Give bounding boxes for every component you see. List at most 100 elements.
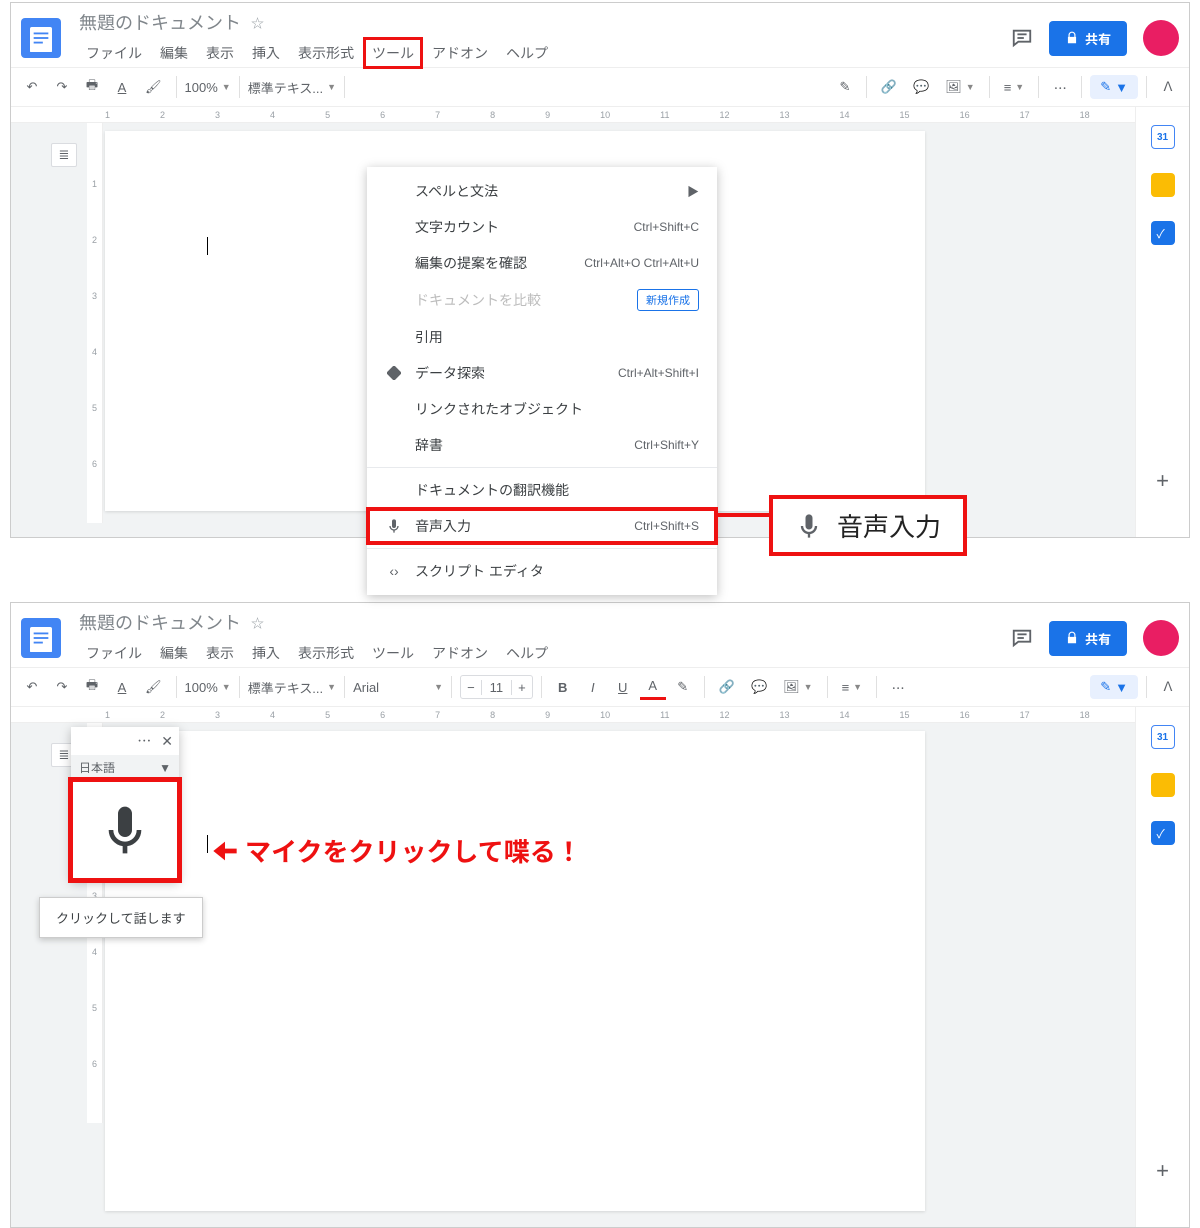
menu-tools[interactable]: ツール <box>365 639 421 667</box>
docs-logo[interactable] <box>21 618 61 658</box>
align-button[interactable]: ≡▼ <box>998 74 1031 100</box>
spellcheck-button[interactable]: A <box>109 74 135 100</box>
italic-button[interactable]: I <box>580 674 606 700</box>
redo-button[interactable]: ↷ <box>49 674 75 700</box>
tools-item[interactable]: ドキュメントの翻訳機能 <box>367 472 717 508</box>
menu-addons[interactable]: アドオン <box>425 39 495 67</box>
text-color-button[interactable]: A <box>640 674 666 700</box>
comments-icon[interactable] <box>1011 627 1033 649</box>
menu-file[interactable]: ファイル <box>79 39 149 67</box>
add-panel-button[interactable]: + <box>1151 1159 1175 1183</box>
image-button[interactable]: 🖼▼ <box>777 674 818 700</box>
fontsize-plus[interactable]: + <box>511 680 532 695</box>
annotation-connector <box>717 513 769 517</box>
voice-lang-dropdown[interactable]: 日本語 ▼ <box>71 755 179 780</box>
voice-close-icon[interactable]: ✕ <box>161 733 173 750</box>
image-button[interactable]: 🖼▼ <box>939 74 980 100</box>
style-dropdown[interactable]: 標準テキス...▼ <box>248 78 336 97</box>
more-button[interactable]: ⋯ <box>885 674 911 700</box>
menu-format[interactable]: 表示形式 <box>291 639 361 667</box>
paint-format-button[interactable]: 🖌 <box>139 674 168 700</box>
calendar-icon[interactable]: 31 <box>1151 125 1175 149</box>
keep-icon[interactable] <box>1151 173 1175 197</box>
zoom-dropdown[interactable]: 100%▼ <box>185 680 231 695</box>
add-panel-button[interactable]: + <box>1151 469 1175 493</box>
doc-title[interactable]: 無題のドキュメント <box>79 9 241 35</box>
voice-lang-label: 日本語 <box>79 759 115 776</box>
align-button[interactable]: ≡▼ <box>836 674 869 700</box>
share-button[interactable]: 共有 <box>1049 621 1127 656</box>
link-button[interactable]: 🔗 <box>875 74 903 100</box>
mode-edit[interactable]: ✎▼ <box>1090 675 1138 699</box>
style-value: 標準テキス... <box>248 78 323 97</box>
collapse-button[interactable]: ᐱ <box>1155 674 1181 700</box>
collapse-button[interactable]: ᐱ <box>1155 74 1181 100</box>
menu-help[interactable]: ヘルプ <box>499 39 555 67</box>
menu-insert[interactable]: 挿入 <box>245 639 287 667</box>
ruler-vertical: 123456 <box>87 123 103 523</box>
tools-item[interactable]: 文字カウントCtrl+Shift+C <box>367 209 717 245</box>
redo-button[interactable]: ↷ <box>49 74 75 100</box>
print-button[interactable]: 🖶 <box>79 74 105 100</box>
menu-view[interactable]: 表示 <box>199 39 241 67</box>
mode-edit[interactable]: ✎▼ <box>1090 75 1138 99</box>
menu-addons[interactable]: アドオン <box>425 639 495 667</box>
zoom-dropdown[interactable]: 100%▼ <box>185 80 231 95</box>
outline-button[interactable]: ≣ <box>51 143 77 167</box>
avatar[interactable] <box>1143 620 1179 656</box>
page[interactable] <box>105 731 925 1211</box>
menu-help[interactable]: ヘルプ <box>499 639 555 667</box>
menu-insert[interactable]: 挿入 <box>245 39 287 67</box>
tasks-icon[interactable] <box>1151 821 1175 845</box>
print-button[interactable]: 🖶 <box>79 674 105 700</box>
style-dropdown[interactable]: 標準テキス...▼ <box>248 678 336 697</box>
doc-title[interactable]: 無題のドキュメント <box>79 609 241 635</box>
menu-tools[interactable]: ツール <box>365 39 421 67</box>
tools-item[interactable]: スペルと文法▶ <box>367 173 717 209</box>
tools-item[interactable]: 引用 <box>367 319 717 355</box>
fontsize-value[interactable]: 11 <box>482 680 512 695</box>
menubar: ファイル 編集 表示 挿入 表示形式 ツール アドオン ヘルプ <box>79 639 1011 667</box>
undo-button[interactable]: ↶ <box>19 74 45 100</box>
docs-logo[interactable] <box>21 18 61 58</box>
spellcheck-button[interactable]: A <box>109 674 135 700</box>
menu-format[interactable]: 表示形式 <box>291 39 361 67</box>
avatar[interactable] <box>1143 20 1179 56</box>
menu-edit[interactable]: 編集 <box>153 39 195 67</box>
add-comment-button[interactable]: 💬 <box>907 74 935 100</box>
voice-settings-icon[interactable]: ⋯ <box>137 731 151 751</box>
tools-dropdown: スペルと文法▶文字カウントCtrl+Shift+C編集の提案を確認Ctrl+Al… <box>367 167 717 595</box>
highlight-button[interactable]: ✎ <box>670 674 696 700</box>
tools-item[interactable]: 編集の提案を確認Ctrl+Alt+O Ctrl+Alt+U <box>367 245 717 281</box>
keep-icon[interactable] <box>1151 773 1175 797</box>
font-dropdown[interactable]: Arial▼ <box>353 680 443 695</box>
underline-button[interactable]: U <box>610 674 636 700</box>
share-button[interactable]: 共有 <box>1049 21 1127 56</box>
menu-edit[interactable]: 編集 <box>153 639 195 667</box>
tools-item[interactable]: 辞書Ctrl+Shift+Y <box>367 427 717 463</box>
calendar-icon[interactable]: 31 <box>1151 725 1175 749</box>
star-icon[interactable]: ☆ <box>251 613 264 632</box>
comments-icon[interactable] <box>1011 27 1033 49</box>
fontsize-stepper[interactable]: − 11 + <box>460 675 533 699</box>
undo-button[interactable]: ↶ <box>19 674 45 700</box>
paint-icon[interactable]: ✎ <box>832 74 858 100</box>
header: 無題のドキュメント ☆ ファイル 編集 表示 挿入 表示形式 ツール アドオン … <box>11 3 1189 67</box>
tools-item[interactable]: データ探索Ctrl+Alt+Shift+I <box>367 355 717 391</box>
tools-item[interactable]: リンクされたオブジェクト <box>367 391 717 427</box>
tools-item[interactable]: ‹›スクリプト エディタ <box>367 553 717 589</box>
bold-button[interactable]: B <box>550 674 576 700</box>
voice-mic-button[interactable] <box>71 780 179 880</box>
star-icon[interactable]: ☆ <box>251 13 264 32</box>
paint-format-button[interactable]: 🖌 <box>139 74 168 100</box>
menu-view[interactable]: 表示 <box>199 639 241 667</box>
more-button[interactable]: ⋯ <box>1047 74 1073 100</box>
menu-file[interactable]: ファイル <box>79 639 149 667</box>
link-button[interactable]: 🔗 <box>713 674 741 700</box>
tools-item[interactable]: 音声入力Ctrl+Shift+S <box>367 508 717 544</box>
tasks-icon[interactable] <box>1151 221 1175 245</box>
add-comment-button[interactable]: 💬 <box>745 674 773 700</box>
voice-callout-label: 音声入力 <box>837 507 941 544</box>
fontsize-minus[interactable]: − <box>461 680 482 695</box>
voice-typing-panel[interactable]: ⋯ ✕ 日本語 ▼ <box>71 727 179 880</box>
